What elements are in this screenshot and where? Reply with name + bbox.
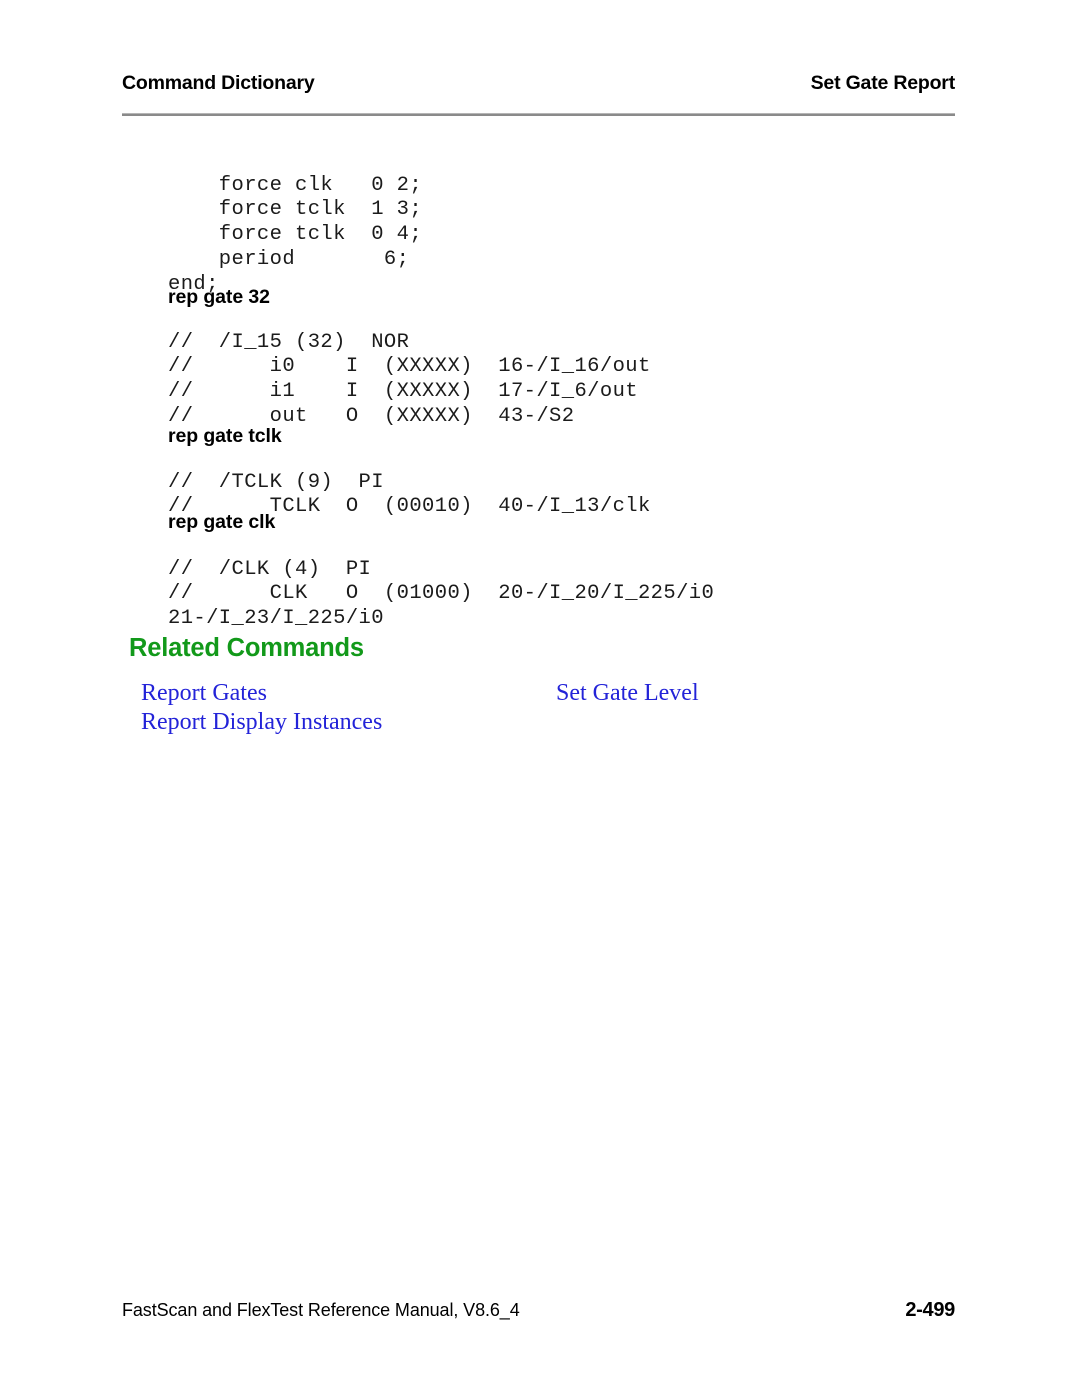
example-label-rep-gate-tclk: rep gate tclk	[168, 425, 282, 447]
footer-manual-title: FastScan and FlexTest Reference Manual, …	[122, 1300, 520, 1320]
header-left-title: Command Dictionary	[122, 72, 315, 94]
related-commands-row: Report Gates Set Gate Level	[141, 680, 841, 709]
example-output-rep-gate-clk: // /CLK (4) PI // CLK O (01000) 20-/I_20…	[168, 557, 715, 631]
running-header: Command Dictionary Set Gate Report	[122, 72, 955, 95]
header-divider-rule	[122, 113, 955, 116]
document-page: Command Dictionary Set Gate Report force…	[0, 0, 1080, 1397]
related-commands-list: Report Gates Set Gate Level Report Displ…	[141, 680, 841, 737]
related-command-link-report-display-instances[interactable]: Report Display Instances	[141, 709, 382, 736]
example-label-rep-gate-32: rep gate 32	[168, 286, 270, 308]
header-right-title: Set Gate Report	[810, 72, 956, 94]
related-commands-heading: Related Commands	[129, 634, 364, 662]
page-footer: FastScan and FlexTest Reference Manual, …	[122, 1299, 955, 1322]
related-command-link-report-gates[interactable]: Report Gates	[141, 680, 267, 707]
footer-page-number: 2-499	[905, 1299, 955, 1321]
code-block-procedure-continuation: force clk 0 2; force tclk 1 3; force tcl…	[168, 173, 423, 296]
related-command-link-set-gate-level[interactable]: Set Gate Level	[556, 680, 699, 707]
example-label-rep-gate-clk: rep gate clk	[168, 511, 276, 533]
related-commands-row: Report Display Instances	[141, 709, 841, 738]
example-output-rep-gate-32: // /I_15 (32) NOR // i0 I (XXXXX) 16-/I_…	[168, 330, 651, 428]
